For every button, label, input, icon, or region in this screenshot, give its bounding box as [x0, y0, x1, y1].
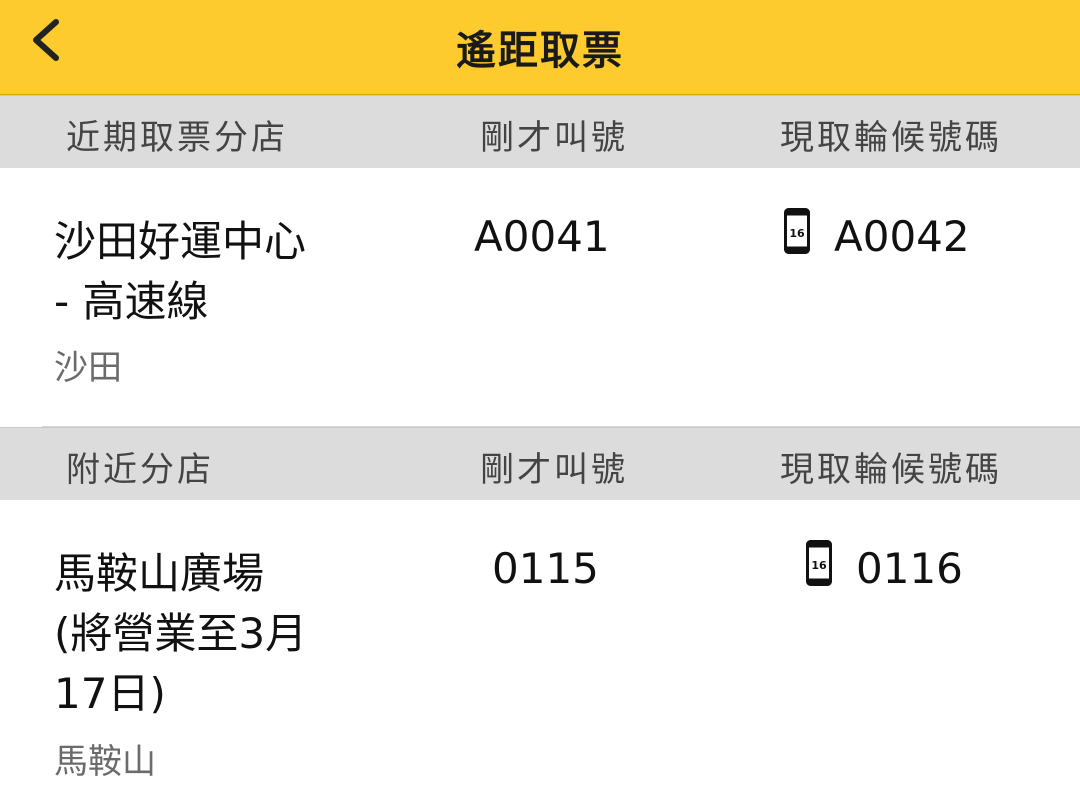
recent-section-header: 近期取票分店 剛才叫號 現取輪候號碼 [0, 95, 1080, 168]
ticket-icon-number: 16 [789, 227, 805, 240]
store-name: 馬鞍山廣場 (將營業至3月 17日) [54, 549, 308, 718]
nearby-section-header: 附近分店 剛才叫號 現取輪候號碼 [0, 427, 1080, 500]
chevron-left-icon [33, 19, 59, 61]
store-district: 沙田 [54, 348, 122, 388]
top-bar: 遙距取票 [0, 0, 1080, 95]
current-number: A0042 [834, 212, 970, 261]
back-button[interactable] [18, 12, 74, 68]
nearby-store-column-header: 附近分店 [66, 450, 214, 490]
called-number: A0041 [474, 212, 610, 261]
current-number-column-header: 現取輪候號碼 [780, 118, 1002, 158]
current-number: 0116 [856, 544, 963, 593]
store-district: 馬鞍山 [54, 742, 156, 782]
ticket-icon-number: 16 [811, 559, 827, 572]
called-number: 0115 [492, 544, 599, 593]
phone-ticket-icon: 16 [806, 540, 832, 586]
called-number-column-header: 剛才叫號 [480, 118, 628, 158]
nearby-store-row[interactable]: 馬鞍山廣場 (將營業至3月 17日) 馬鞍山 0115 16 0116 [0, 500, 1080, 804]
remote-ticket-screen: 遙距取票 近期取票分店 剛才叫號 現取輪候號碼 沙田好運中心 - 高速線 沙田 … [0, 0, 1080, 804]
page-title: 遙距取票 [456, 28, 624, 74]
recent-store-row[interactable]: 沙田好運中心 - 高速線 沙田 A0041 16 A0042 [42, 168, 1080, 427]
store-name: 沙田好運中心 - 高速線 [54, 217, 307, 326]
called-number-column-header: 剛才叫號 [480, 450, 628, 490]
current-number-column-header: 現取輪候號碼 [780, 450, 1002, 490]
recent-store-column-header: 近期取票分店 [66, 118, 288, 158]
phone-ticket-icon: 16 [784, 208, 810, 254]
